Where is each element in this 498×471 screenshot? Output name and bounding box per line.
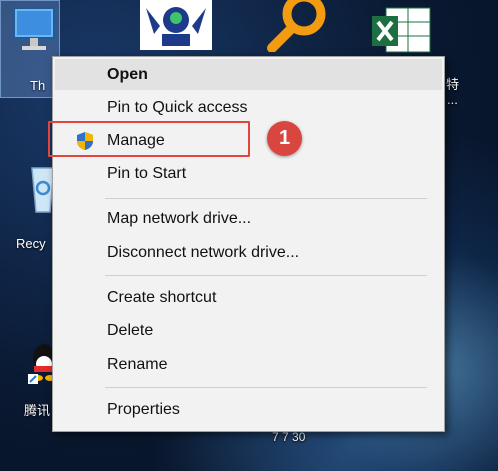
bottom-text: 7 7 30 [272,430,306,444]
recycle-bin-label: Recy [16,236,46,251]
menu-item-rename[interactable]: Rename [55,349,442,380]
menu-separator [105,387,427,388]
menu-separator [105,198,427,199]
menu-item-open[interactable]: Open [55,59,442,90]
menu-item-properties[interactable]: Properties [55,394,442,425]
magnifier-icon[interactable] [262,0,334,52]
menu-item-pin-quick-access[interactable]: Pin to Quick access [55,92,442,123]
monitor-icon[interactable] [12,4,56,62]
menu-item-create-shortcut-label: Create shortcut [107,289,217,306]
right-item-label-ellipsis: ... [447,92,458,107]
right-item-label: 特 [446,77,460,92]
excel-icon[interactable] [368,6,434,54]
menu-item-pin-quick-access-label: Pin to Quick access [107,99,248,116]
robot-logo-icon[interactable] [140,0,212,50]
menu-item-pin-start[interactable]: Pin to Start [55,158,442,189]
menu-item-disconnect-network-drive[interactable]: Disconnect network drive... [55,237,442,268]
menu-item-properties-label: Properties [107,401,180,418]
menu-item-create-shortcut[interactable]: Create shortcut [55,282,442,313]
this-pc-label: Th [30,78,46,93]
manage-highlight-box [48,121,250,157]
menu-item-open-label: Open [107,66,148,83]
menu-item-delete-label: Delete [107,322,154,339]
menu-item-map-network-drive-label: Map network drive... [107,210,252,227]
menu-separator [105,275,427,276]
step-number-badge: 1 [267,121,302,156]
menu-item-delete[interactable]: Delete [55,315,442,346]
menu-item-map-network-drive[interactable]: Map network drive... [55,203,442,234]
menu-item-disconnect-network-drive-label: Disconnect network drive... [107,244,300,261]
menu-item-rename-label: Rename [107,356,168,373]
tencent-label: 腾讯 [24,403,51,418]
menu-item-pin-start-label: Pin to Start [107,165,187,182]
context-menu: Open Pin to Quick access Manage Pin to S… [52,56,445,432]
